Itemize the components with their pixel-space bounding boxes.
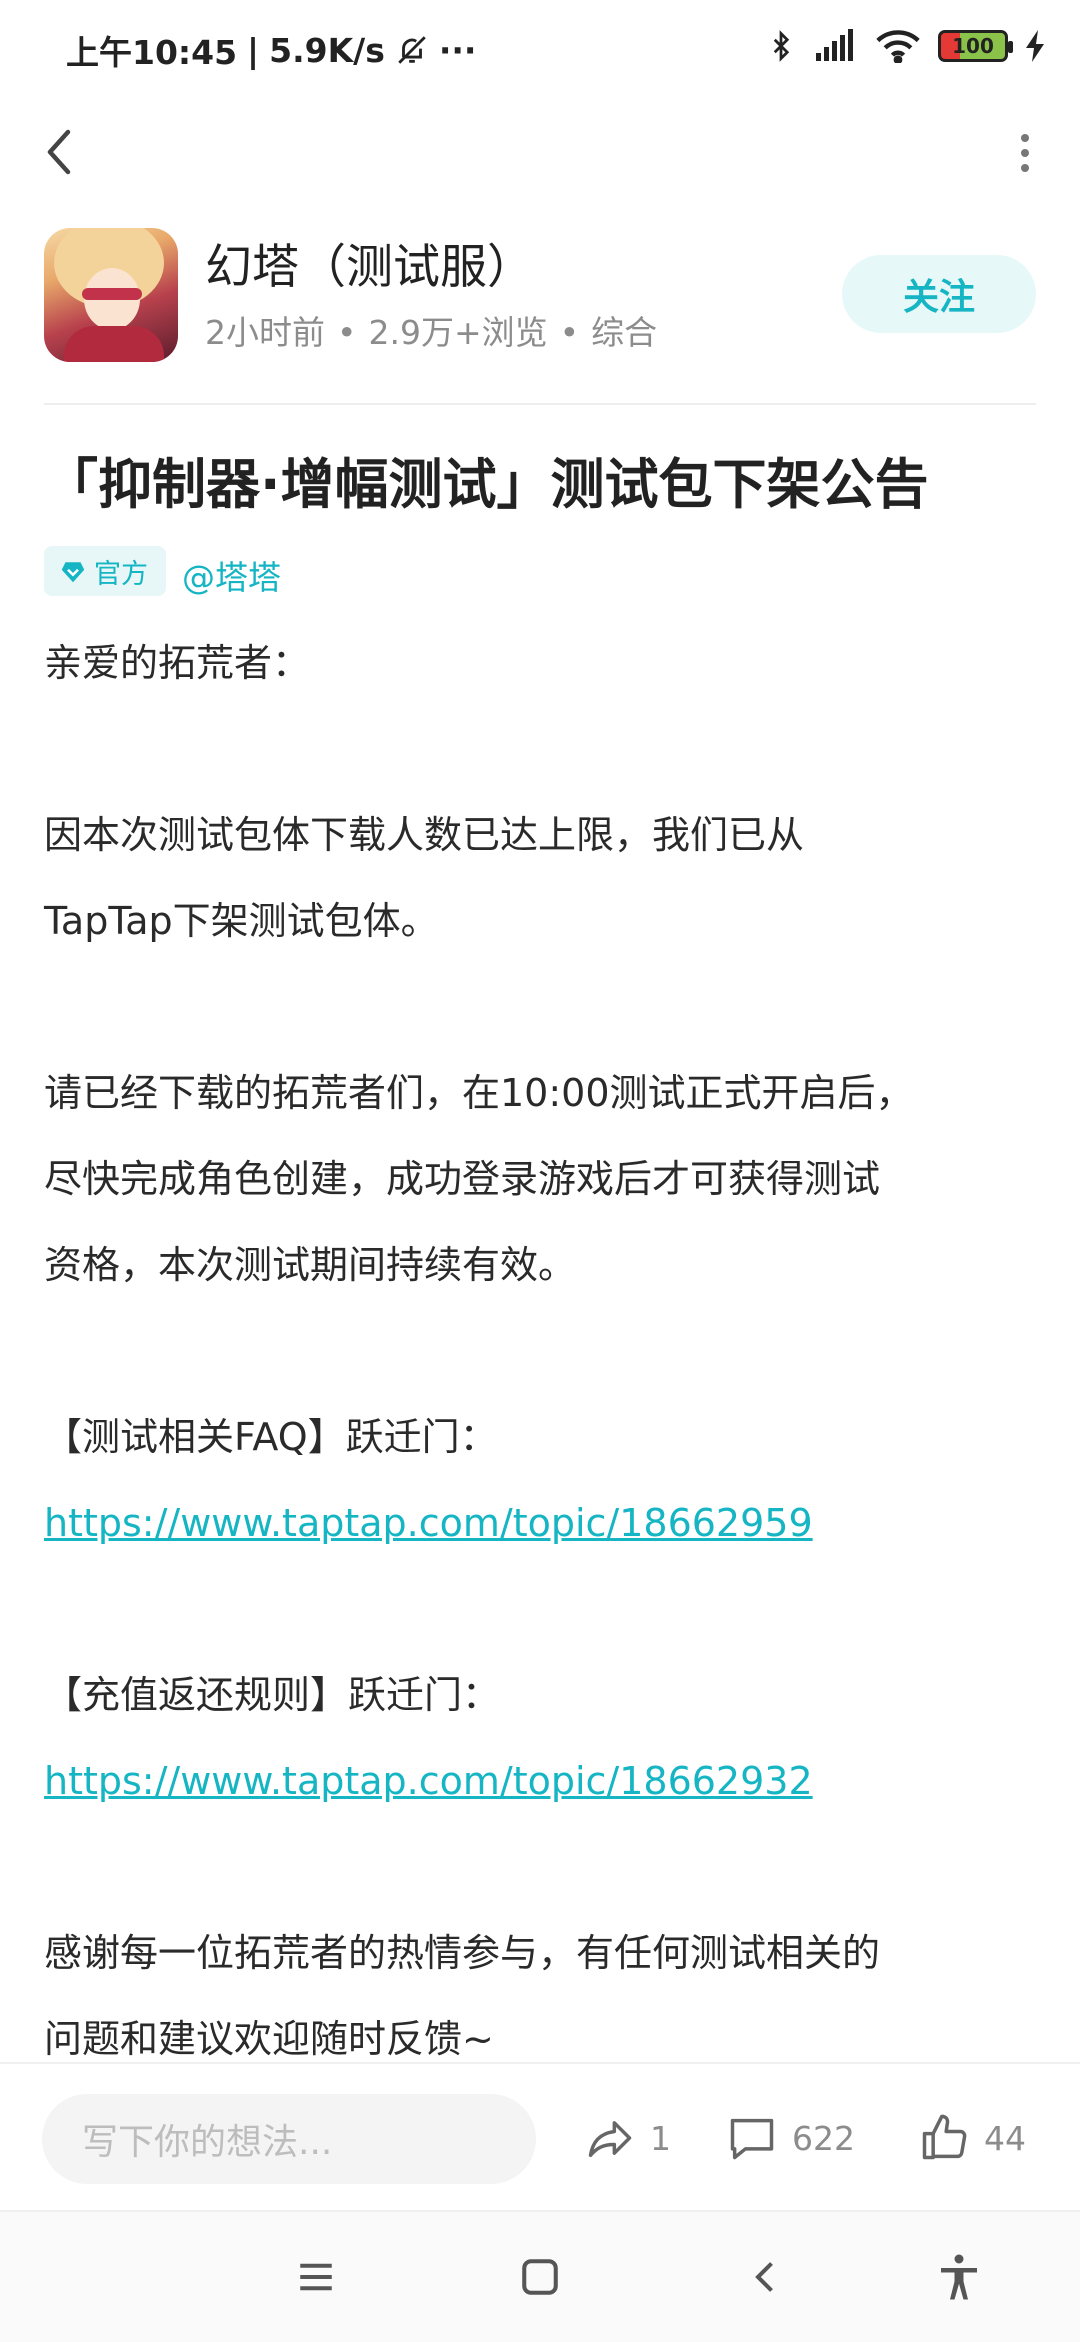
- more-vertical-icon[interactable]: [1010, 128, 1040, 178]
- follow-button[interactable]: 关注: [842, 255, 1036, 333]
- article-line: 因本次测试包体下载人数已达上限，我们已从: [44, 813, 805, 857]
- post-title: 「抑制器·增幅测试」测试包下架公告: [44, 453, 929, 516]
- article-line: 【充值返还规则】跃迁门：: [44, 1673, 501, 1717]
- article-line: 请已经下载的拓荒者们，在10:00测试正式开启后，: [44, 1071, 914, 1115]
- status-left: 上午10:45 | 5.9K/s ···: [66, 26, 476, 74]
- status-net-speed: 5.9K/s: [269, 30, 385, 70]
- post-body: 亲爱的拓荒者： 因本次测试包体下载人数已达上限，我们已从 TapTap下架测试包体…: [44, 620, 1044, 2082]
- author-mention[interactable]: @塔塔: [182, 551, 281, 599]
- article-blank-line: [44, 1824, 1044, 1910]
- charging-icon: [1026, 30, 1044, 62]
- article-blank-line: [44, 1308, 1044, 1394]
- accessibility-icon[interactable]: [932, 2250, 986, 2304]
- official-label: 官方: [94, 558, 148, 590]
- official-badge: 官方: [44, 546, 166, 596]
- article-blank-line: [44, 964, 1044, 1050]
- thumbs-up-icon: [922, 2114, 967, 2160]
- status-separator: |: [247, 30, 260, 70]
- time-ago: 2小时前: [205, 313, 325, 352]
- like-button[interactable]: 44: [918, 2112, 1026, 2164]
- status-bar: 上午10:45 | 5.9K/s ··· 100: [0, 0, 1080, 96]
- back-icon[interactable]: [740, 2250, 794, 2304]
- mute-bell-icon: [398, 36, 426, 64]
- back-arrow-icon[interactable]: [40, 122, 80, 182]
- like-count: 44: [984, 2118, 1026, 2158]
- home-icon[interactable]: [513, 2250, 567, 2304]
- article-link[interactable]: https://www.taptap.com/topic/18662932: [44, 1738, 1044, 1824]
- battery-level: 100: [952, 34, 994, 58]
- article-line: 亲爱的拓荒者：: [44, 641, 311, 685]
- status-more: ···: [438, 30, 477, 70]
- system-nav-bar: [0, 2210, 1080, 2342]
- article-line: 尽快完成角色创建，成功登录游戏后才可获得测试: [44, 1157, 881, 1201]
- game-name[interactable]: 幻塔（测试服）: [205, 228, 534, 297]
- bottom-action-bar: 写下你的想法... 1 622 44: [0, 2062, 1080, 2212]
- share-count: 1: [650, 2118, 671, 2158]
- comment-button[interactable]: 622: [726, 2112, 855, 2164]
- header-divider: [44, 403, 1036, 405]
- article-line: TapTap下架测试包体。: [44, 899, 439, 943]
- diamond-heart-icon: [61, 562, 85, 583]
- view-count: 2.9万+浏览: [368, 313, 548, 352]
- status-time: 上午10:45: [66, 33, 238, 72]
- battery-icon: 100: [938, 30, 1013, 62]
- post-category: 综合: [591, 313, 658, 352]
- signal-icon: [816, 29, 853, 61]
- status-right: 100: [766, 28, 1046, 64]
- article-line: 感谢每一位拓荒者的热情参与，有任何测试相关的: [44, 1931, 881, 1975]
- bluetooth-icon: [773, 30, 790, 62]
- wifi-icon: [876, 30, 920, 63]
- meta-dot: •: [559, 313, 580, 352]
- meta-dot: •: [337, 313, 357, 352]
- menu-icon[interactable]: [289, 2250, 343, 2304]
- comment-icon: [730, 2118, 774, 2160]
- post-meta: 2小时前 • 2.9万+浏览 • 综合: [205, 306, 657, 354]
- article-blank-line: [44, 706, 1044, 792]
- game-avatar[interactable]: [44, 228, 178, 362]
- comment-count: 622: [792, 2118, 855, 2158]
- share-icon: [588, 2121, 632, 2158]
- article-line: 资格，本次测试期间持续有效。: [44, 1243, 577, 1287]
- comment-input[interactable]: 写下你的想法...: [42, 2094, 536, 2184]
- article-line: 【测试相关FAQ】跃迁门：: [44, 1415, 498, 1459]
- article-blank-line: [44, 1566, 1044, 1652]
- article-link[interactable]: https://www.taptap.com/topic/18662959: [44, 1480, 1044, 1566]
- share-button[interactable]: 1: [584, 2112, 671, 2164]
